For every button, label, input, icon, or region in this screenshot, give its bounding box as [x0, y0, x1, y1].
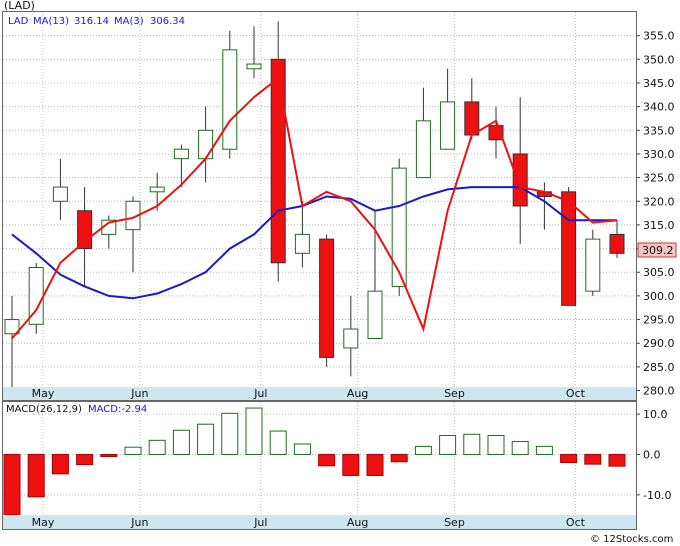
- candle-body: [464, 101, 480, 136]
- macd-month-label: Oct: [566, 516, 586, 529]
- price-month-label: May: [32, 387, 55, 400]
- macd-bar: [366, 453, 384, 476]
- macd-month-label: Jul: [253, 516, 267, 529]
- candle-body: [77, 210, 93, 250]
- macd-bar: [487, 434, 505, 455]
- candle-body: [585, 238, 601, 292]
- macd-month-label: Jun: [130, 516, 148, 529]
- macd-axis-band: [3, 515, 636, 529]
- price-tick-label: 280.0: [643, 385, 675, 398]
- macd-bar: [148, 439, 166, 455]
- macd-bar: [221, 412, 239, 455]
- macd-bar: [51, 453, 69, 475]
- candle-body: [270, 58, 286, 264]
- price-month-label: Jun: [130, 387, 148, 400]
- chart-title: (LAD): [4, 0, 35, 12]
- price-tick-label: 345.0: [643, 77, 675, 90]
- macd-bar: [245, 407, 263, 455]
- macd-bar: [318, 453, 336, 467]
- macd-bar: [172, 429, 190, 455]
- candle-body: [173, 148, 189, 160]
- candle-body: [52, 186, 68, 202]
- candle-body: [319, 238, 335, 358]
- macd-bar: [27, 453, 45, 498]
- price-tick-label: 285.0: [643, 361, 675, 374]
- macd-bar: [390, 453, 408, 463]
- candle-body: [512, 153, 528, 207]
- legend-ma13-value: 316.14: [74, 16, 109, 27]
- last-price-label: 309.2: [642, 244, 674, 257]
- price-tick-label: 355.0: [643, 30, 675, 43]
- macd-tick-label: 10.0: [643, 408, 668, 421]
- price-tick-label: 290.0: [643, 337, 675, 350]
- legend-ma13-label: MA(13): [33, 16, 69, 27]
- macd-y-ticks: 10.0 0.0 -10.0: [636, 408, 671, 502]
- macd-bar: [76, 453, 94, 466]
- candle-body: [222, 49, 238, 150]
- price-tick-label: 335.0: [643, 124, 675, 137]
- price-tick-label: 295.0: [643, 314, 675, 327]
- watermark: © 12Stocks.com: [590, 534, 673, 545]
- macd-bar: [560, 453, 578, 464]
- price-tick-label: 300.0: [643, 290, 675, 303]
- price-month-label: Oct: [566, 387, 586, 400]
- candle-body: [246, 63, 262, 70]
- price-tick-label: 315.0: [643, 219, 675, 232]
- price-tick-label: 330.0: [643, 148, 675, 161]
- macd-bar: [293, 443, 311, 455]
- price-tick-label: 320.0: [643, 195, 675, 208]
- macd-value-label: MACD:-2.94: [88, 404, 147, 415]
- price-tick-label: 325.0: [643, 172, 675, 185]
- candle-body: [367, 290, 383, 339]
- legend-ma3-label: MA(3): [114, 16, 144, 27]
- candle-body: [415, 120, 431, 179]
- macd-bar: [439, 434, 457, 455]
- candle-body: [294, 233, 310, 254]
- candle-body: [609, 233, 625, 254]
- price-month-label: Aug: [347, 387, 368, 400]
- macd-tick-label: -10.0: [643, 489, 671, 502]
- legend-ma3-value: 306.34: [150, 16, 185, 27]
- candle-body: [561, 191, 577, 306]
- candle-body: [343, 328, 359, 349]
- macd-bar: [584, 453, 602, 465]
- price-tick-label: 340.0: [643, 101, 675, 114]
- price-axis-band: [3, 387, 636, 400]
- macd-month-label: May: [32, 516, 55, 529]
- candle-body: [391, 167, 407, 287]
- macd-bar: [463, 433, 481, 455]
- macd-bar: [608, 453, 626, 467]
- stock-chart: May Jun Jul Aug Sep Oct 280.0 285.0 290.0 295.0 3…: [2, 0, 677, 545]
- price-month-label: Sep: [444, 387, 465, 400]
- candle-body: [198, 129, 214, 160]
- price-tick-label: 305.0: [643, 266, 675, 279]
- price-y-ticks: 280.0285.0290.0295.0300.0305.0310.0315.0…: [636, 30, 675, 398]
- macd-month-label: Sep: [444, 516, 465, 529]
- macd-bar: [100, 453, 118, 457]
- candle-body: [149, 186, 165, 193]
- legend-symbol: LAD: [8, 16, 29, 27]
- macd-bar: [197, 423, 215, 455]
- macd-tick-label: 0.0: [643, 448, 661, 461]
- macd-bar: [535, 445, 553, 455]
- macd-month-label: Aug: [347, 516, 368, 529]
- macd-bar: [269, 430, 287, 455]
- candle-body: [440, 101, 456, 150]
- price-month-label: Jul: [253, 387, 267, 400]
- macd-bar: [511, 441, 529, 455]
- macd-bar: [342, 453, 360, 476]
- macd-bar: [3, 453, 21, 516]
- macd-bar: [124, 446, 142, 455]
- macd-bar: [414, 445, 432, 455]
- macd-label: MACD(26,12,9): [6, 404, 82, 415]
- price-tick-label: 350.0: [643, 53, 675, 66]
